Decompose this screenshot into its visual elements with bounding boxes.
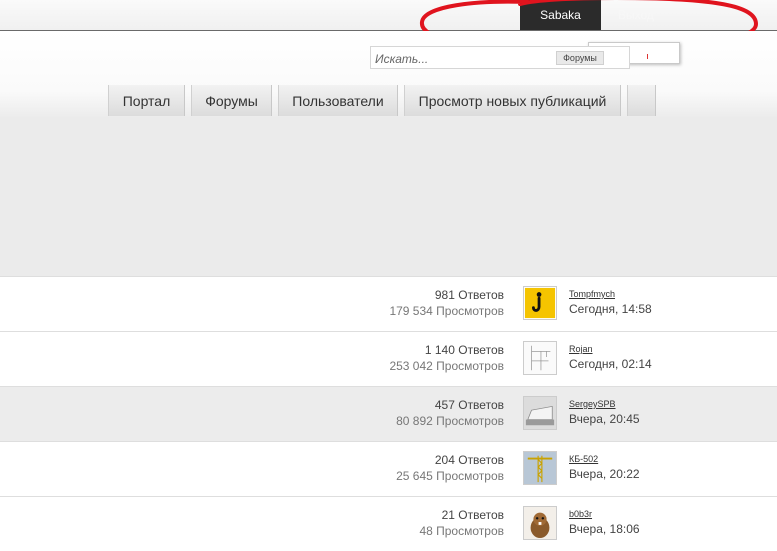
replies-count: 21 Ответов <box>441 508 504 522</box>
top-bar: Sabaka Выход <box>0 0 777 31</box>
search-scope-label: Форумы <box>563 53 597 63</box>
beaver-icon[interactable] <box>523 506 557 540</box>
topic-row[interactable]: 981 Ответов 179 534 Просмотров Tompfmych… <box>0 276 777 331</box>
views-count: 48 Просмотров <box>419 524 504 538</box>
replies-count: 204 Ответов <box>434 453 504 467</box>
last-post-time: Вчера, 18:06 <box>569 522 640 536</box>
search-input[interactable] <box>373 49 557 68</box>
tab-new-posts-label: Просмотр новых публикаций <box>418 92 607 109</box>
tab-forums[interactable]: Форумы <box>191 85 272 116</box>
topic-row[interactable]: 457 Ответов 80 892 Просмотров SergeySPB … <box>0 386 777 441</box>
last-post-time: Вчера, 20:45 <box>569 412 640 426</box>
overlay-tick <box>647 54 648 59</box>
logout-link[interactable]: Выход <box>618 8 654 22</box>
last-post-time: Сегодня, 02:14 <box>569 357 652 371</box>
last-poster-link[interactable]: Tompfmych <box>569 289 615 299</box>
views-count: 80 892 Просмотров <box>396 414 504 428</box>
last-post-time: Сегодня, 14:58 <box>569 302 652 316</box>
crane-hook-icon[interactable] <box>523 286 557 320</box>
username-label: Sabaka <box>540 8 581 22</box>
tab-forums-label: Форумы <box>205 92 258 109</box>
user-menu-button[interactable]: Sabaka <box>520 0 601 30</box>
tower-crane-icon[interactable] <box>523 451 557 485</box>
search-scope-button[interactable]: Форумы <box>556 51 604 65</box>
tab-new-posts[interactable]: Просмотр новых публикаций <box>404 85 621 116</box>
tab-users-label: Пользователи <box>292 92 384 109</box>
tab-more[interactable] <box>627 85 656 116</box>
building-photo-icon[interactable] <box>523 396 557 430</box>
last-poster-link[interactable]: Rojan <box>569 344 593 354</box>
last-poster-link[interactable]: КБ-502 <box>569 454 598 464</box>
last-poster-link[interactable]: SergeySPB <box>569 399 616 409</box>
topic-row[interactable]: 1 140 Ответов 253 042 Просмотров Rojan С… <box>0 331 777 386</box>
replies-count: 1 140 Ответов <box>424 343 504 357</box>
replies-count: 457 Ответов <box>434 398 504 412</box>
views-count: 25 645 Просмотров <box>396 469 504 483</box>
views-count: 179 534 Просмотров <box>389 304 504 318</box>
topic-row[interactable]: 21 Ответов 48 Просмотров b0b3r Вчера, 18… <box>0 496 777 551</box>
tab-users[interactable]: Пользователи <box>278 85 398 116</box>
banner-area <box>0 117 777 276</box>
tab-portal-label: Портал <box>122 92 171 109</box>
topic-row[interactable]: 204 Ответов 25 645 Просмотров КБ-502 Вче… <box>0 441 777 496</box>
last-post-time: Вчера, 20:22 <box>569 467 640 481</box>
tab-portal[interactable]: Портал <box>108 85 185 116</box>
last-poster-link[interactable]: b0b3r <box>569 509 592 519</box>
drawing-icon[interactable] <box>523 341 557 375</box>
replies-count: 981 Ответов <box>434 288 504 302</box>
views-count: 253 042 Просмотров <box>389 359 504 373</box>
